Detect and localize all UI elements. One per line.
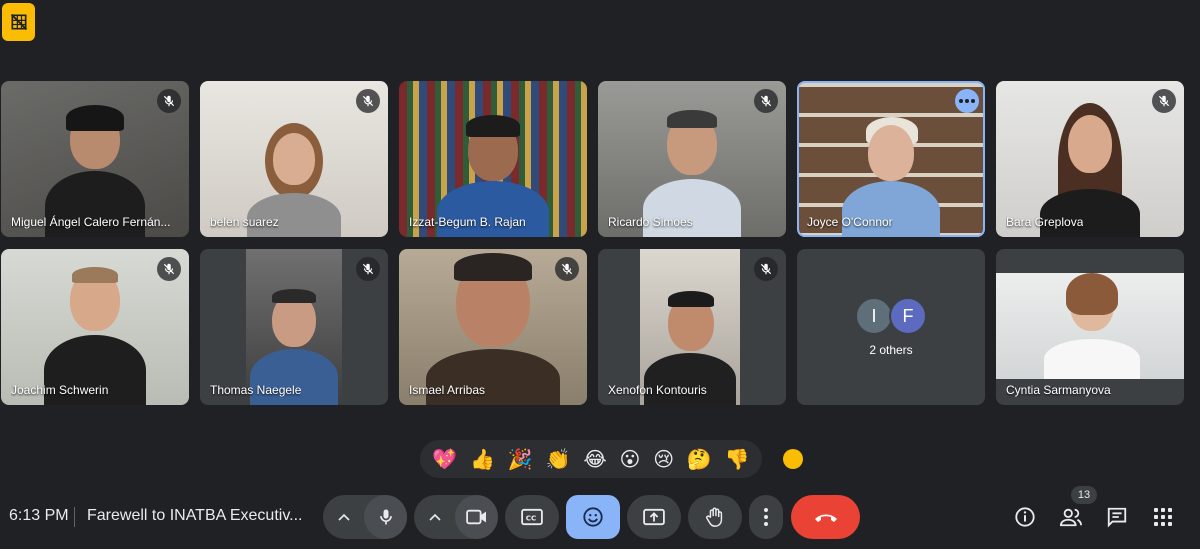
participant-video: [640, 249, 740, 405]
participant-name: Cyntia Sarmanyova: [1006, 383, 1111, 397]
reactions-button[interactable]: [566, 495, 620, 539]
reaction-surprised[interactable]: 😮: [620, 447, 641, 471]
participant-tile[interactable]: Thomas Naegele: [200, 249, 388, 405]
control-bar: 6:13 PM Farewell to INATBA Executiv... C…: [0, 490, 1200, 545]
raise-hand-button[interactable]: [688, 495, 742, 539]
reaction-tears-of-joy[interactable]: 😂: [583, 447, 606, 471]
mic-off-icon: [555, 257, 579, 281]
apps-grid-icon: [1154, 508, 1172, 526]
mic-off-icon: [754, 257, 778, 281]
participant-name: Joachim Schwerin: [11, 383, 109, 397]
participant-tile[interactable]: Bara Greplova: [996, 81, 1184, 237]
mic-off-icon: [1152, 89, 1176, 113]
participant-tile[interactable]: Cyntia Sarmanyova: [996, 249, 1184, 405]
leave-call-button[interactable]: [791, 495, 860, 539]
others-label: 2 others: [869, 343, 913, 357]
more-vert-icon: [764, 508, 768, 526]
participant-tile[interactable]: belen suarez: [200, 81, 388, 237]
participant-name: belen suarez: [210, 215, 279, 229]
participant-name: Izzat-Begum B. Rajan: [409, 215, 526, 229]
microphone-button[interactable]: [364, 495, 407, 539]
participant-grid: Miguel Ángel Calero Fernán... belen suar…: [0, 81, 1200, 405]
call-end-icon: [814, 514, 837, 522]
participant-video: [996, 273, 1184, 379]
mic-off-icon: [157, 89, 181, 113]
participant-tile[interactable]: Miguel Ángel Calero Fernán...: [1, 81, 189, 237]
people-icon: [1059, 508, 1082, 527]
reaction-thinking[interactable]: 🤔: [687, 447, 712, 471]
reaction-party-popper[interactable]: 🎉: [508, 447, 533, 471]
skin-tone-button[interactable]: [783, 449, 803, 469]
reaction-crying[interactable]: 😢: [653, 447, 674, 471]
reaction-thumbs-up[interactable]: 👍: [470, 447, 495, 471]
reaction-thumbs-down[interactable]: 👎: [725, 447, 750, 471]
meeting-time: 6:13 PM: [9, 507, 69, 524]
meeting-details-button[interactable]: [1012, 504, 1038, 530]
participant-tile[interactable]: Joachim Schwerin: [1, 249, 189, 405]
participant-tile[interactable]: Ismael Arribas: [399, 249, 587, 405]
present-button[interactable]: [627, 495, 681, 539]
reaction-clapping[interactable]: 👏: [546, 447, 571, 471]
info-icon: [1015, 507, 1035, 527]
svg-text:CC: CC: [526, 514, 537, 523]
video-options-button[interactable]: [414, 513, 455, 521]
participant-count-badge: 13: [1071, 486, 1097, 504]
microphone-control: [323, 495, 407, 539]
participant-name: Ismael Arribas: [409, 383, 486, 397]
activities-button[interactable]: [1150, 504, 1176, 530]
participant-tile[interactable]: Izzat-Begum B. Rajan: [399, 81, 587, 237]
chat-icon: [1107, 507, 1127, 528]
participant-name: Ricardo Simoes: [608, 215, 693, 229]
audio-options-button[interactable]: [323, 513, 364, 521]
people-button[interactable]: [1058, 504, 1084, 530]
emoji-icon: [583, 507, 603, 527]
grid-off-icon: [10, 13, 27, 31]
reactions-bar: 💖 👍 🎉 👏 😂 😮 😢 🤔 👎: [420, 440, 762, 478]
participant-name: Miguel Ángel Calero Fernán...: [11, 215, 171, 229]
participant-video: [246, 249, 342, 405]
mic-icon: [379, 509, 392, 525]
avatar: F: [889, 297, 927, 335]
more-options-button[interactable]: [749, 495, 783, 539]
camera-control: [414, 495, 498, 539]
mic-off-icon: [356, 257, 380, 281]
chevron-up-icon: [337, 513, 350, 521]
visual-effects-button[interactable]: [2, 3, 35, 41]
chevron-up-icon: [428, 513, 441, 521]
chat-button[interactable]: [1104, 504, 1130, 530]
videocam-icon: [465, 509, 486, 525]
avatar: I: [855, 297, 893, 335]
participant-tile[interactable]: Xenofon Kontouris: [598, 249, 786, 405]
others-tile[interactable]: I F 2 others: [797, 249, 985, 405]
hand-icon: [706, 507, 723, 527]
mic-off-icon: [356, 89, 380, 113]
captions-button[interactable]: CC: [505, 495, 559, 539]
participant-name: Joyce O'Connor: [807, 215, 893, 229]
camera-button[interactable]: [455, 495, 498, 539]
participant-tile[interactable]: Joyce O'Connor: [797, 81, 985, 237]
present-screen-icon: [643, 508, 665, 526]
meeting-title: Farewell to INATBA Executiv...: [87, 507, 303, 524]
mic-off-icon: [157, 257, 181, 281]
participant-tile[interactable]: Ricardo Simoes: [598, 81, 786, 237]
divider: [74, 507, 75, 527]
participant-name: Bara Greplova: [1006, 215, 1084, 229]
more-options-icon[interactable]: [955, 89, 979, 113]
participant-name: Thomas Naegele: [210, 383, 302, 397]
reaction-sparkling-heart[interactable]: 💖: [432, 447, 457, 471]
participant-name: Xenofon Kontouris: [608, 383, 707, 397]
mic-off-icon: [754, 89, 778, 113]
closed-captions-icon: CC: [521, 508, 543, 526]
